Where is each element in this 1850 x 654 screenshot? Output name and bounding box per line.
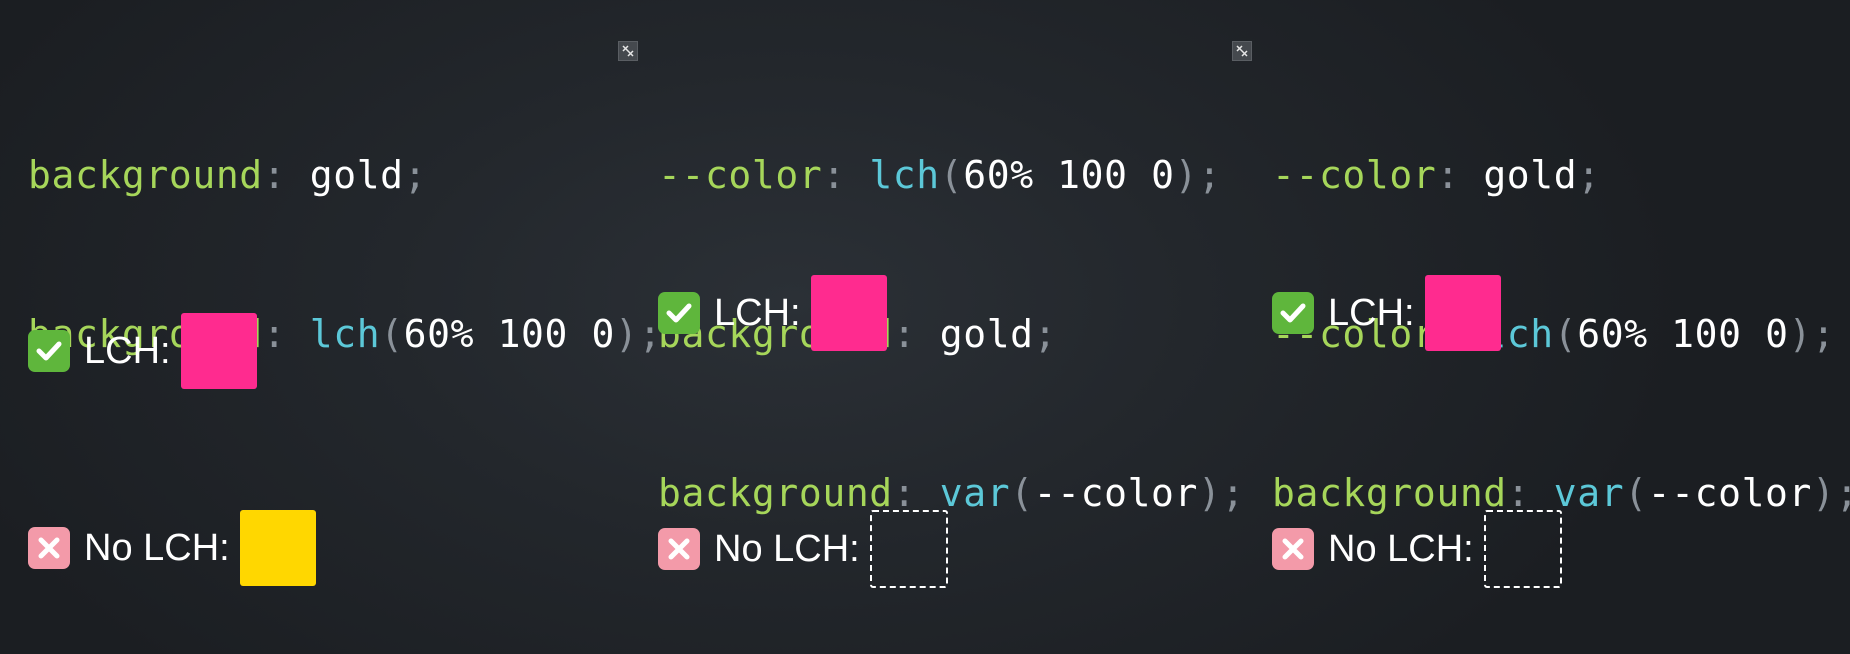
lch-demo-row: LCH: (658, 275, 887, 351)
no-lch-swatch (869, 510, 948, 588)
css-punctuation: ); (1812, 471, 1850, 515)
edit-toggle-icon[interactable] (1232, 41, 1252, 61)
css-punctuation: ); (1198, 471, 1245, 515)
css-function: var (1553, 471, 1625, 515)
check-mark-button-icon (28, 330, 70, 372)
css-property: background (28, 153, 263, 197)
css-value: gold (309, 153, 404, 197)
css-punctuation: ); (1174, 153, 1222, 197)
lch-label: LCH: (1328, 291, 1415, 334)
lch-demo-row: LCH: (28, 313, 257, 389)
css-function: lch (869, 153, 940, 197)
cross-mark-icon (28, 527, 70, 569)
code-line: --color: gold; (1272, 149, 1850, 202)
css-colon: : (1436, 153, 1484, 197)
css-value: --color (1033, 471, 1199, 515)
css-function: lch (309, 312, 381, 356)
css-colon: : (892, 312, 940, 356)
lch-swatch (180, 313, 257, 389)
lch-demo-row: LCH: (1272, 275, 1501, 351)
css-punctuation: ( (1010, 471, 1034, 515)
no-lch-demo-row: No LCH: (28, 510, 316, 586)
no-lch-demo-row: No LCH: (658, 510, 948, 588)
css-value: gold (1483, 153, 1578, 197)
demo-column-2: --color: lch(60% 100 0); background: gol… (658, 0, 1252, 654)
lch-label: LCH: (84, 329, 171, 372)
no-lch-swatch (239, 510, 316, 586)
css-function: var (939, 471, 1011, 515)
no-lch-swatch (1483, 510, 1562, 588)
css-value: --color (1647, 471, 1813, 515)
css-colon: : (262, 312, 310, 356)
no-lch-label: No LCH: (84, 526, 230, 569)
no-lch-label: No LCH: (714, 527, 860, 570)
css-punctuation: ; (403, 153, 428, 197)
css-value: gold (939, 312, 1034, 356)
css-property: background (658, 471, 893, 515)
css-punctuation: ; (1033, 312, 1058, 356)
check-mark-button-icon (1272, 292, 1314, 334)
lch-label: LCH: (714, 291, 801, 334)
cross-mark-icon (658, 528, 700, 570)
css-property: --color (1272, 153, 1437, 197)
cross-mark-icon (1272, 528, 1314, 570)
check-mark-button-icon (658, 292, 700, 334)
css-punctuation: ); (1788, 312, 1836, 356)
code-block: background: gold; background: lch(60% 10… (28, 43, 662, 467)
css-colon: : (262, 153, 310, 197)
lch-swatch (1424, 275, 1501, 351)
lch-swatch (810, 275, 887, 351)
css-colon: : (892, 471, 940, 515)
css-property: background (1272, 471, 1507, 515)
css-colon: : (822, 153, 870, 197)
demo-column-3: --color: gold; --color: lch(60% 100 0); … (1272, 0, 1850, 654)
css-value: 60% 100 0 (1577, 312, 1789, 356)
css-punctuation: ( (1624, 471, 1648, 515)
code-line: --color: lch(60% 100 0); (658, 149, 1245, 202)
css-colon: : (1506, 471, 1554, 515)
css-property: --color (658, 153, 823, 197)
css-value: 60% 100 0 (963, 153, 1175, 197)
no-lch-label: No LCH: (1328, 527, 1474, 570)
edit-toggle-icon[interactable] (618, 41, 638, 61)
css-punctuation: ( (1553, 312, 1578, 356)
css-value: 60% 100 0 (403, 312, 615, 356)
css-punctuation: ; (1577, 153, 1601, 197)
css-punctuation: ( (380, 312, 404, 356)
demo-column-1: background: gold; background: lch(60% 10… (28, 0, 661, 654)
css-punctuation: ( (939, 153, 964, 197)
no-lch-demo-row: No LCH: (1272, 510, 1562, 588)
css-punctuation: ); (614, 312, 662, 356)
code-line: background: gold; (28, 149, 662, 202)
